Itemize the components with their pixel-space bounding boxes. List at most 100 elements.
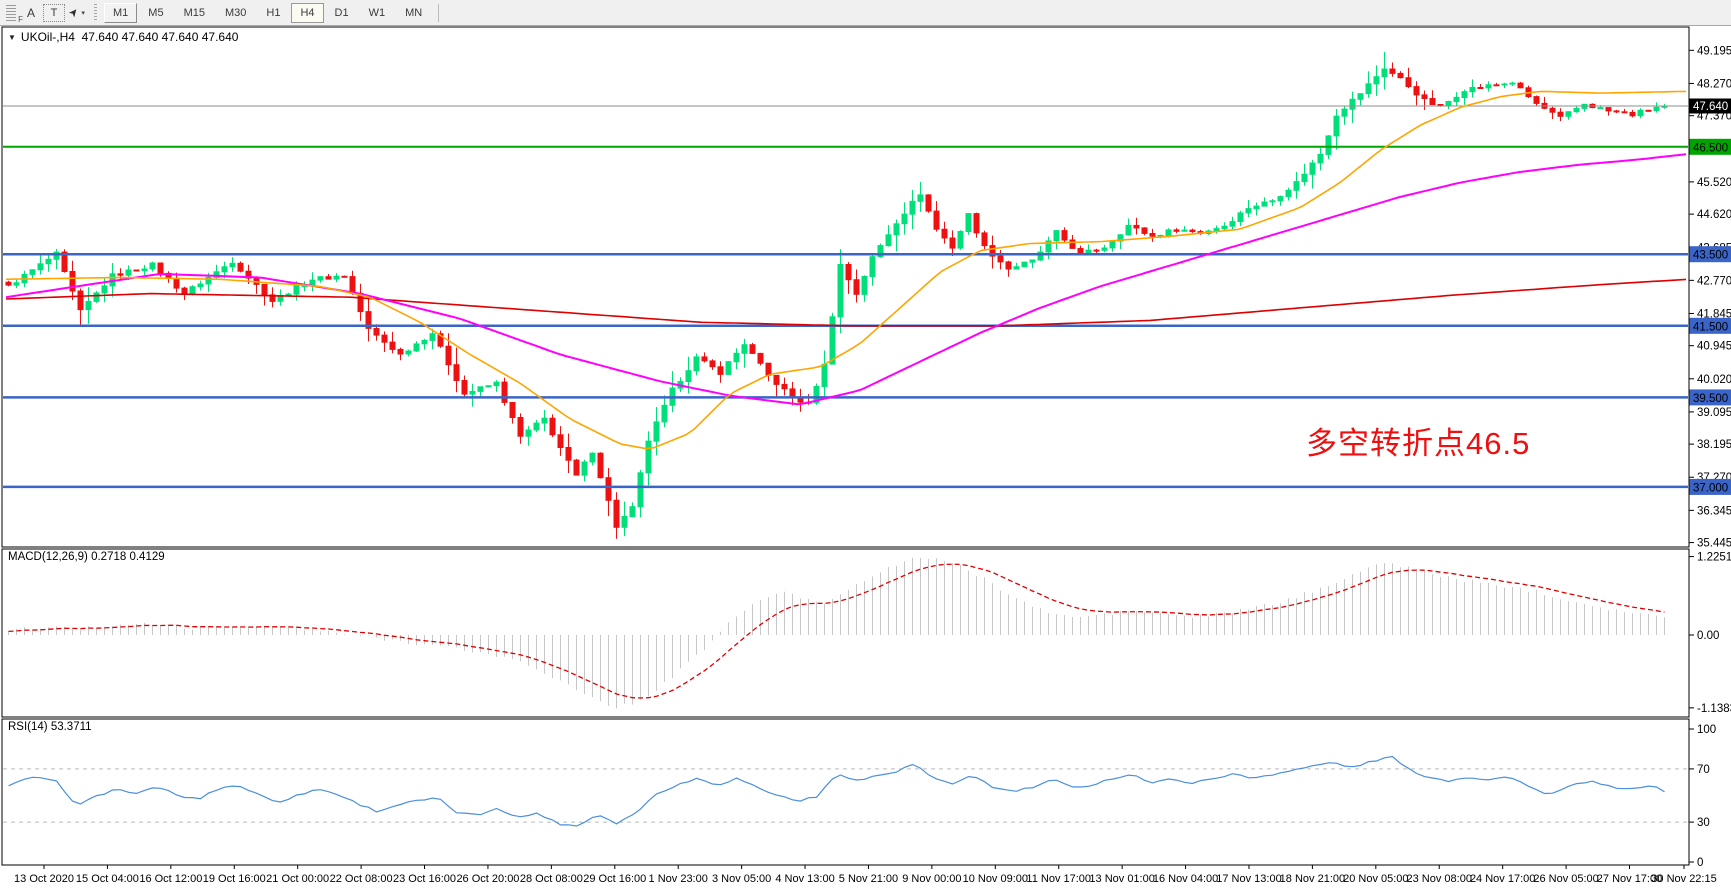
candle-body — [1638, 110, 1643, 115]
rsi-panel[interactable] — [2, 719, 1689, 865]
candle-body — [1278, 197, 1283, 201]
text-tool-icon[interactable]: A — [21, 3, 41, 23]
candle-body — [1398, 73, 1403, 77]
candle-body — [1358, 94, 1363, 100]
candle-body — [934, 211, 939, 229]
candle-body — [1574, 108, 1579, 111]
candle-body — [854, 280, 859, 295]
chart-title[interactable]: ▼UKOil-,H4 47.640 47.640 47.640 47.640 — [8, 30, 238, 44]
timeframe-m15-button[interactable]: M15 — [175, 3, 214, 23]
timeframe-m30-button[interactable]: M30 — [216, 3, 255, 23]
candle-body — [1238, 213, 1243, 222]
candle-body — [478, 387, 483, 392]
candle-body — [1558, 112, 1563, 116]
candle-body — [318, 277, 323, 280]
price-tick-label: 48.270 — [1697, 78, 1731, 90]
candle-body — [718, 367, 723, 375]
candle-body — [750, 345, 755, 354]
time-axis[interactable]: 13 Oct 202015 Oct 04:0016 Oct 12:0019 Oc… — [14, 865, 1717, 885]
objects-tool-icon[interactable]: ➤ ▾ — [67, 3, 87, 23]
candle-body — [622, 517, 627, 528]
candle-body — [262, 284, 267, 294]
chart-annotation-text[interactable]: 多空转折点46.5 — [1306, 418, 1530, 463]
candle-body — [230, 263, 235, 267]
candle-body — [710, 361, 715, 367]
candle-body — [558, 435, 563, 448]
candle-body — [1550, 108, 1555, 112]
candle-body — [1070, 240, 1075, 248]
candle-body — [1630, 112, 1635, 115]
rsi-tick-label: 0 — [1697, 857, 1703, 869]
candle-body — [1214, 229, 1219, 231]
candle-body — [606, 478, 611, 501]
macd-panel[interactable] — [2, 549, 1689, 717]
candle-body — [1422, 95, 1427, 99]
timeframe-mn-button[interactable]: MN — [396, 3, 431, 23]
candle-body — [1486, 85, 1491, 88]
timeframe-w1-button[interactable]: W1 — [360, 3, 395, 23]
level-price-label: 39.500 — [1693, 393, 1728, 405]
candle-body — [1102, 248, 1107, 250]
candle-body — [774, 375, 779, 384]
chart-dropdown-icon[interactable]: ▼ — [8, 33, 16, 42]
price-tick-label: 36.345 — [1697, 505, 1731, 517]
candle-body — [830, 317, 835, 364]
candle-body — [766, 363, 771, 375]
main-price-panel[interactable] — [2, 27, 1689, 547]
candle-body — [158, 263, 163, 273]
candle-body — [1254, 206, 1259, 209]
candle-body — [894, 224, 899, 235]
price-axis[interactable]: 49.19548.27047.37045.52044.62043.68542.7… — [1689, 45, 1731, 549]
candle-body — [582, 462, 587, 475]
rsi-indicator-label: RSI(14) 53.3711 — [8, 721, 92, 733]
time-tick-label: 19 Oct 16:00 — [203, 873, 266, 885]
price-tick-label: 39.095 — [1697, 407, 1731, 419]
candle-body — [134, 270, 139, 271]
candle-body — [1150, 234, 1155, 237]
timeframe-m5-button[interactable]: M5 — [139, 3, 172, 23]
candle-body — [1326, 136, 1331, 155]
candle-body — [1246, 209, 1251, 213]
toolbar-drag-handle-icon[interactable]: F — [6, 5, 16, 21]
time-tick-label: 22 Oct 08:00 — [330, 873, 393, 885]
timeframe-h4-button[interactable]: H4 — [291, 3, 323, 23]
price-tick-label: 45.520 — [1697, 177, 1731, 189]
candle-body — [1406, 78, 1411, 87]
candle-body — [926, 195, 931, 211]
time-tick-label: 23 Nov 08:00 — [1407, 873, 1472, 885]
time-tick-label: 9 Nov 00:00 — [902, 873, 961, 885]
candle-body — [726, 362, 731, 375]
candle-body — [550, 418, 555, 435]
candle-body — [238, 263, 243, 271]
candle-body — [758, 353, 763, 363]
chart-window[interactable]: 49.19548.27047.37045.52044.62043.68542.7… — [0, 26, 1731, 895]
candle-body — [334, 276, 339, 279]
candle-body — [654, 422, 659, 441]
candle-body — [662, 405, 667, 422]
candle-body — [510, 403, 515, 418]
candle-body — [694, 357, 699, 371]
candle-body — [1366, 84, 1371, 94]
time-tick-label: 16 Nov 04:00 — [1153, 873, 1218, 885]
candle-body — [1502, 84, 1507, 85]
candle-body — [46, 259, 51, 263]
timeframe-m1-button[interactable]: M1 — [104, 3, 137, 23]
candle-body — [398, 349, 403, 354]
candle-body — [150, 263, 155, 269]
time-tick-label: 30 Nov 22:15 — [1651, 873, 1716, 885]
price-tick-label: 38.195 — [1697, 439, 1731, 451]
rsi-tick-label: 70 — [1697, 764, 1710, 776]
timeframe-d1-button[interactable]: D1 — [326, 3, 358, 23]
candle-body — [790, 389, 795, 397]
candle-body — [526, 430, 531, 436]
candle-body — [862, 277, 867, 295]
text-label-tool-icon[interactable]: T — [43, 4, 65, 22]
rsi-tick-label: 100 — [1697, 724, 1716, 736]
timeframe-h1-button[interactable]: H1 — [257, 3, 289, 23]
candle-body — [598, 453, 603, 478]
candle-body — [14, 283, 19, 285]
candle-body — [286, 294, 291, 295]
macd-tick-label: -1.1383 — [1697, 703, 1731, 715]
candle-body — [1342, 109, 1347, 116]
candle-body — [118, 274, 123, 275]
